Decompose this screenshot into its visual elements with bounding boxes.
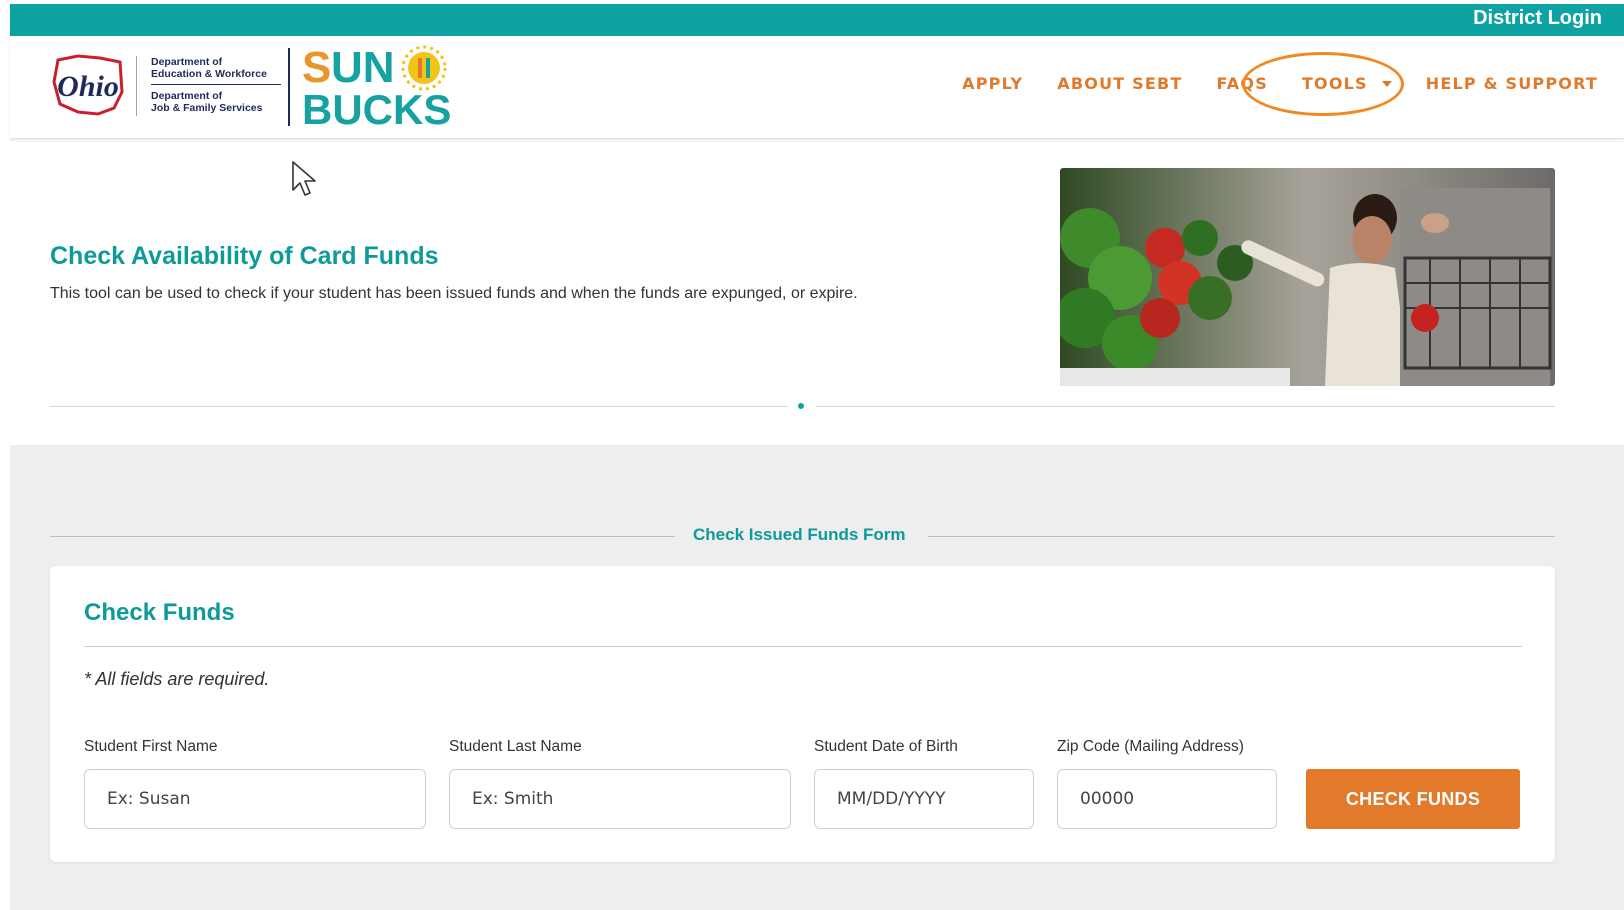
svg-text:BUCKS: BUCKS <box>302 86 451 132</box>
mouse-cursor-icon <box>292 161 316 196</box>
form-caption-line-right <box>928 536 1555 537</box>
logo-separator <box>136 56 137 116</box>
first-name-input[interactable] <box>84 769 426 829</box>
dob-label: Student Date of Birth <box>814 738 958 755</box>
form-section: Check Issued Funds Form Check Funds * Al… <box>10 445 1624 910</box>
last-name-input[interactable] <box>449 769 791 829</box>
department-names: Department of Education & Workforce Depa… <box>151 56 281 114</box>
dob-input[interactable] <box>814 769 1034 829</box>
form-caption: Check Issued Funds Form <box>693 525 906 544</box>
form-caption-line-left <box>50 536 675 537</box>
page: District Login Ohio Department of Educat… <box>10 0 1624 910</box>
site-header: Ohio Department of Education & Workforce… <box>10 36 1624 139</box>
card-title-rule <box>84 646 1522 647</box>
dept-job-family-services: Department of Job & Family Services <box>151 90 263 114</box>
page-description: This tool can be used to check if your s… <box>50 285 858 302</box>
check-funds-button[interactable]: CHECK FUNDS <box>1306 769 1520 829</box>
svg-text:S: S <box>302 44 331 92</box>
nav-apply[interactable]: APPLY <box>962 74 1023 93</box>
svg-text:UN: UN <box>331 44 395 92</box>
page-title: Check Availability of Card Funds <box>50 242 439 270</box>
last-name-label: Student Last Name <box>449 738 582 755</box>
svg-text:Ohio: Ohio <box>57 70 119 103</box>
district-login-link[interactable]: District Login <box>1473 7 1602 30</box>
zip-input[interactable] <box>1057 769 1277 829</box>
required-note: * All fields are required. <box>84 669 270 689</box>
nav-about-sebt[interactable]: ABOUT SEBT <box>1057 74 1182 93</box>
divider-dot <box>798 403 804 409</box>
dept-education-workforce: Department of Education & Workforce <box>151 56 281 85</box>
tools-highlight-ring <box>1242 52 1404 116</box>
first-name-label: Student First Name <box>84 738 218 755</box>
nav-help-support[interactable]: HELP & SUPPORT <box>1426 74 1598 93</box>
check-funds-card: Check Funds * All fields are required. S… <box>50 566 1555 862</box>
hero-photo-grocery-child <box>1060 168 1555 386</box>
zip-label: Zip Code (Mailing Address) <box>1057 738 1244 755</box>
top-bar: District Login <box>10 4 1624 36</box>
logo-separator-2 <box>288 48 290 126</box>
ohio-logo-icon[interactable]: Ohio <box>48 52 128 118</box>
sun-bucks-logo-icon[interactable]: S UN BUCKS <box>302 44 462 132</box>
card-title: Check Funds <box>84 599 235 626</box>
